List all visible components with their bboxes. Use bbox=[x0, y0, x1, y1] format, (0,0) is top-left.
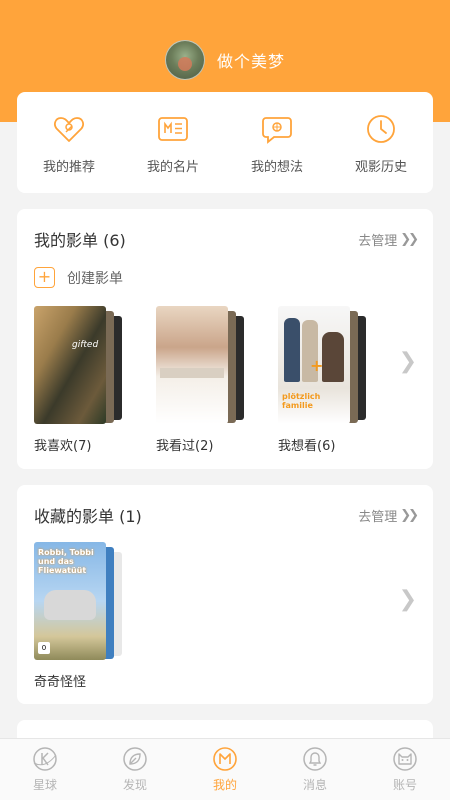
manage-button[interactable]: 去管理 ❯❯ bbox=[358, 506, 419, 525]
shortcut-label: 我的推荐 bbox=[42, 160, 95, 175]
chevron-right-icon[interactable]: ❯ bbox=[399, 587, 417, 612]
tab-label: 我的 bbox=[212, 778, 237, 792]
poster-plus-mark: + bbox=[310, 356, 324, 375]
poster-figure bbox=[322, 332, 344, 382]
avatar[interactable] bbox=[164, 40, 205, 80]
double-chevron-right-icon: ❯❯ bbox=[400, 231, 419, 247]
list-stack-qiqiguaiguai[interactable]: Robbi, Tobbi und das Fliewatüüt 0 bbox=[34, 542, 124, 660]
bell-icon bbox=[301, 745, 329, 773]
tab-account[interactable]: 账号 bbox=[360, 739, 450, 800]
favorite-lists-card: 收藏的影单 (1) 去管理 ❯❯ Robbi, Tobbi und das Fl… bbox=[17, 485, 433, 704]
manage-label: 去管理 bbox=[358, 509, 398, 525]
create-list-button[interactable]: + 创建影单 bbox=[34, 267, 123, 288]
poster-title: plötzlich familie bbox=[282, 392, 321, 410]
manage-button[interactable]: 去管理 ❯❯ bbox=[358, 230, 419, 249]
shortcut-my-card[interactable]: 我的名片 bbox=[121, 92, 225, 193]
poster-thumbnail: Robbi, Tobbi und das Fliewatüüt 0 bbox=[34, 542, 106, 660]
poster-title: Robbi, Tobbi und das Fliewatüüt bbox=[38, 548, 94, 575]
plus-icon: + bbox=[34, 267, 55, 288]
bottom-tab-bar: 星球 发现 我的 消息 账号 bbox=[0, 738, 450, 800]
shortcut-my-thoughts[interactable]: 我的想法 bbox=[225, 92, 329, 193]
section-title: 我的影单 (6) bbox=[34, 231, 126, 250]
shortcut-label: 我的名片 bbox=[146, 160, 199, 175]
shortcut-my-recommendations[interactable]: 我的推荐 bbox=[17, 92, 121, 193]
list-stack-liked[interactable]: gifted bbox=[34, 306, 124, 424]
shortcuts-card: 我的推荐 我的名片 我的想法 观影历史 bbox=[17, 92, 433, 193]
card-icon bbox=[156, 112, 190, 146]
thought-bubble-icon bbox=[260, 112, 294, 146]
poster-caption-strip bbox=[160, 368, 224, 378]
shortcut-label: 我的想法 bbox=[250, 160, 303, 175]
section-header: 我的影单 (6) 去管理 ❯❯ bbox=[34, 229, 419, 250]
list-stack-watched[interactable] bbox=[156, 306, 246, 424]
section-header: 收藏的影单 (1) 去管理 ❯❯ bbox=[34, 505, 419, 526]
list-stack-want-to-watch[interactable]: + plötzlich familie bbox=[278, 306, 368, 424]
poster-thumbnail: gifted bbox=[34, 306, 106, 424]
my-lists-card: 我的影单 (6) 去管理 ❯❯ + 创建影单 gifted 我喜欢(7) 我看过… bbox=[17, 209, 433, 469]
shortcut-label: 观影历史 bbox=[354, 160, 407, 175]
list-label[interactable]: 我喜欢(7) bbox=[34, 435, 91, 454]
tab-label: 发现 bbox=[122, 778, 147, 792]
section-title: 收藏的影单 (1) bbox=[34, 507, 142, 526]
poster-helicopter bbox=[44, 590, 96, 620]
tab-label: 消息 bbox=[302, 778, 327, 792]
heart-tag-icon bbox=[52, 112, 86, 146]
rating-badge: 0 bbox=[38, 642, 50, 654]
poster-thumbnail: + plötzlich familie bbox=[278, 306, 350, 424]
list-label[interactable]: 奇奇怪怪 bbox=[34, 671, 86, 690]
poster-figure bbox=[284, 318, 300, 382]
profile-header[interactable]: 做个美梦 bbox=[0, 38, 450, 82]
list-label[interactable]: 我看过(2) bbox=[156, 435, 213, 454]
planet-k-icon bbox=[31, 745, 59, 773]
tab-label: 账号 bbox=[392, 778, 417, 792]
tab-label: 星球 bbox=[32, 778, 57, 792]
manage-label: 去管理 bbox=[358, 233, 398, 249]
list-label[interactable]: 我想看(6) bbox=[278, 435, 335, 454]
tab-mine[interactable]: 我的 bbox=[180, 739, 270, 800]
create-list-label: 创建影单 bbox=[67, 270, 123, 287]
tab-planet[interactable]: 星球 bbox=[0, 739, 90, 800]
clock-icon bbox=[364, 112, 398, 146]
username[interactable]: 做个美梦 bbox=[217, 48, 285, 72]
poster-title: gifted bbox=[72, 340, 99, 350]
poster-thumbnail bbox=[156, 306, 228, 424]
chevron-right-icon[interactable]: ❯ bbox=[399, 349, 417, 374]
shortcut-watch-history[interactable]: 观影历史 bbox=[329, 92, 433, 193]
cat-face-icon bbox=[391, 745, 419, 773]
double-chevron-right-icon: ❯❯ bbox=[400, 507, 419, 523]
tab-messages[interactable]: 消息 bbox=[270, 739, 360, 800]
tab-discover[interactable]: 发现 bbox=[90, 739, 180, 800]
compass-leaf-icon bbox=[121, 745, 149, 773]
profile-m-icon bbox=[211, 745, 239, 773]
